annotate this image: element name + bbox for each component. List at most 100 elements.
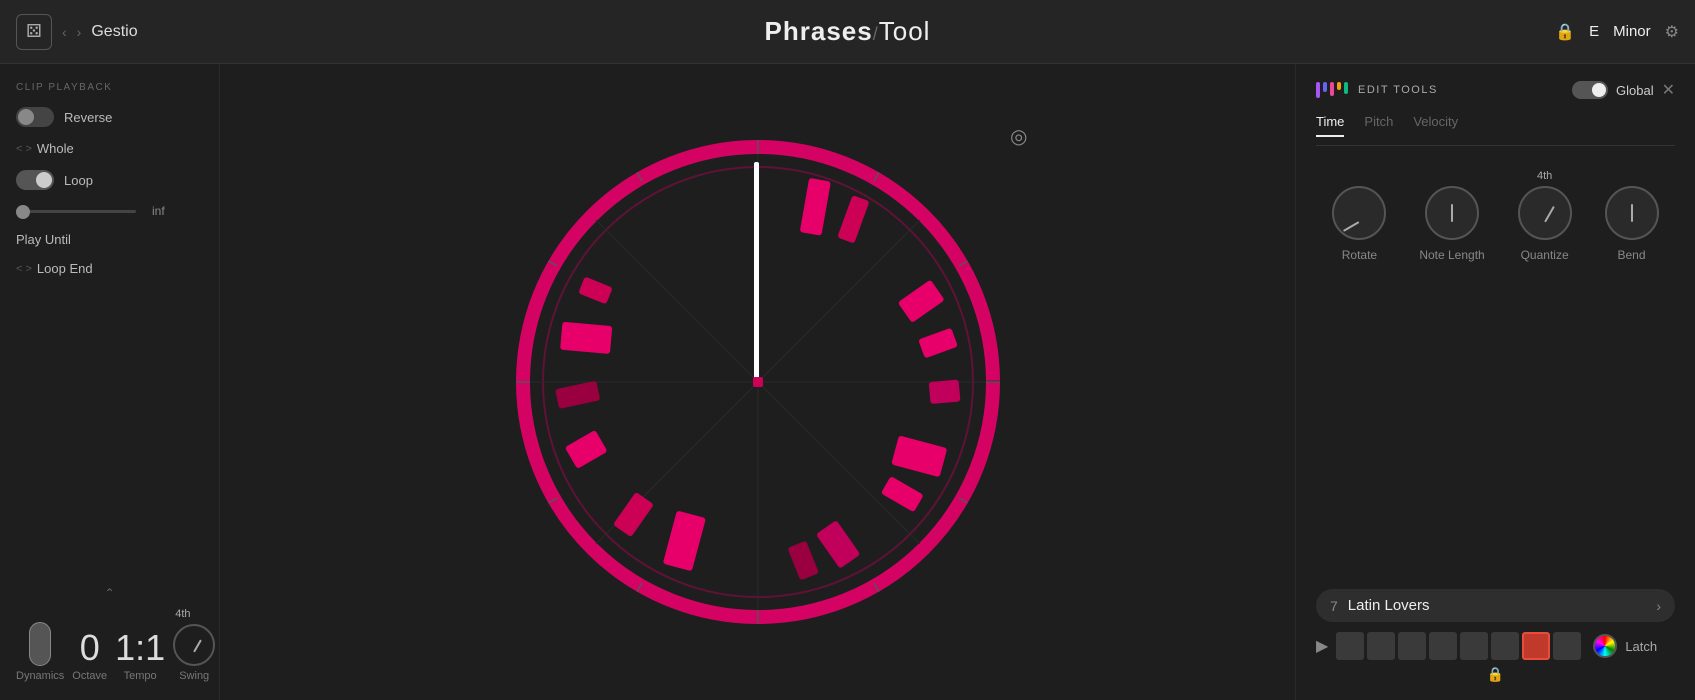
lock-icon[interactable]: 🔒 — [1555, 22, 1575, 42]
pat-cell-6[interactable] — [1491, 632, 1519, 660]
loop-slider-track[interactable] — [16, 210, 136, 213]
latch-label: Latch — [1625, 639, 1657, 654]
dynamics-icon — [29, 622, 51, 666]
reverse-label: Reverse — [64, 110, 112, 125]
chevron-up[interactable]: ⌃ — [16, 586, 203, 600]
play-until-row: Play Until — [16, 232, 203, 247]
preset-arrow[interactable]: › — [1656, 598, 1661, 614]
pattern-row: ▶ Latch — [1316, 632, 1675, 660]
whole-label: Whole — [37, 141, 74, 156]
whole-val: < > Whole — [16, 141, 74, 156]
quantize-knob[interactable] — [1518, 186, 1572, 240]
tab-time[interactable]: Time — [1316, 114, 1344, 137]
pat-cell-7[interactable] — [1522, 632, 1550, 660]
edit-tools-header: EDIT TOOLS Global ✕ — [1316, 80, 1675, 100]
reverse-toggle[interactable] — [16, 107, 54, 127]
quantize-indicator — [1544, 206, 1555, 223]
app-icon[interactable]: ⚄ — [16, 14, 52, 50]
quantize-val-above: 4th — [1537, 170, 1552, 182]
loop-end-arrows[interactable]: < > — [16, 263, 32, 275]
notelength-knob[interactable] — [1425, 186, 1479, 240]
center-area: ◎ — [220, 64, 1295, 700]
loop-toggle[interactable] — [16, 170, 54, 190]
edit-tabs: Time Pitch Velocity — [1316, 114, 1675, 146]
notelength-label: Note Length — [1419, 248, 1484, 262]
nav-forward[interactable]: › — [77, 24, 82, 40]
visualizer-svg — [488, 112, 1028, 652]
app-title: Gestio — [91, 23, 137, 41]
tempo-value: 1:1 — [115, 630, 165, 666]
knobs-row: Rotate Note Length 4th Quantize Bend — [1316, 170, 1675, 262]
preset-number: 7 — [1330, 598, 1338, 614]
loop-end-val: < > Loop End — [16, 261, 93, 276]
left-panel: CLIP PLAYBACK Reverse < > Whole Loop inf — [0, 64, 220, 700]
settings-icon[interactable]: ⚙ — [1665, 22, 1679, 42]
logo-phrases: Phrases — [765, 16, 873, 46]
dynamics-control: Dynamics — [16, 622, 64, 682]
pat-cell-2[interactable] — [1367, 632, 1395, 660]
pattern-cells — [1336, 632, 1581, 660]
app-logo: Phrases/Tool — [765, 16, 931, 47]
pat-cell-5[interactable] — [1460, 632, 1488, 660]
pat-cell-1[interactable] — [1336, 632, 1364, 660]
bar1 — [1316, 82, 1320, 98]
color-wheel[interactable] — [1593, 634, 1617, 658]
global-toggle-thumb — [1592, 83, 1606, 97]
key-display[interactable]: E — [1589, 23, 1599, 40]
right-panel: EDIT TOOLS Global ✕ Time Pitch Velocity … — [1295, 64, 1695, 700]
notelength-knob-item: Note Length — [1419, 186, 1484, 262]
quantize-knob-item: 4th Quantize — [1518, 170, 1572, 262]
logo-tool: Tool — [879, 16, 931, 46]
bar4 — [1337, 82, 1341, 90]
rotate-knob-item: Rotate — [1332, 186, 1386, 262]
top-bar-center: Phrases/Tool — [216, 16, 1479, 47]
play-until-label: Play Until — [16, 232, 71, 247]
bottom-controls: ⌃ Dynamics 0 Octave 1:1 Tempo 4th Swin — [16, 586, 203, 682]
bar3 — [1330, 82, 1334, 96]
swing-control: 4th Swing — [173, 608, 215, 682]
dynamics-label: Dynamics — [16, 670, 64, 682]
bend-label: Bend — [1617, 248, 1645, 262]
nav-back[interactable]: ‹ — [62, 24, 67, 40]
preset-section: 7 Latin Lovers › ▶ Latch — [1316, 589, 1675, 684]
loop-row: Loop — [16, 170, 203, 190]
lock-bottom-wrap: 🔒 — [1316, 666, 1675, 684]
loop-slider-thumb[interactable] — [16, 205, 30, 219]
clip-playback-label: CLIP PLAYBACK — [16, 82, 203, 93]
scale-display[interactable]: Minor — [1613, 23, 1651, 40]
swing-knob[interactable] — [173, 624, 215, 666]
main-content: CLIP PLAYBACK Reverse < > Whole Loop inf — [0, 64, 1695, 700]
top-bar-right: 🔒 E Minor ⚙ — [1479, 22, 1679, 42]
octave-control: 0 Octave — [72, 630, 107, 682]
pat-cell-4[interactable] — [1429, 632, 1457, 660]
reverse-thumb — [18, 109, 34, 125]
whole-arrows[interactable]: < > — [16, 143, 32, 155]
close-button[interactable]: ✕ — [1662, 80, 1675, 100]
pat-cell-8[interactable] — [1553, 632, 1581, 660]
bend-knob-item: Bend — [1605, 186, 1659, 262]
loop-end-label: Loop End — [37, 261, 93, 276]
preset-row: 7 Latin Lovers › — [1316, 589, 1675, 622]
loop-end-row: < > Loop End — [16, 261, 203, 276]
tempo-label: Tempo — [124, 670, 157, 682]
edit-tools-label: EDIT TOOLS — [1358, 84, 1438, 96]
tab-pitch[interactable]: Pitch — [1364, 114, 1393, 137]
slider-row: inf — [16, 204, 203, 218]
rotate-label: Rotate — [1342, 248, 1377, 262]
tempo-control: 1:1 Tempo — [115, 630, 165, 682]
pat-cell-3[interactable] — [1398, 632, 1426, 660]
notelength-indicator — [1451, 204, 1453, 222]
quantize-label: Quantize — [1521, 248, 1569, 262]
tab-velocity[interactable]: Velocity — [1413, 114, 1458, 137]
global-toggle[interactable] — [1572, 81, 1608, 99]
lock-bottom-icon[interactable]: 🔒 — [1487, 666, 1504, 682]
octave-label: Octave — [72, 670, 107, 682]
octave-value: 0 — [80, 630, 100, 666]
global-toggle-wrap: Global ✕ — [1572, 80, 1675, 100]
bend-indicator — [1631, 204, 1633, 222]
play-button[interactable]: ▶ — [1316, 636, 1328, 656]
bar5 — [1344, 82, 1348, 94]
edit-tools-bars-icon — [1316, 82, 1348, 98]
bend-knob[interactable] — [1605, 186, 1659, 240]
rotate-knob[interactable] — [1332, 186, 1386, 240]
